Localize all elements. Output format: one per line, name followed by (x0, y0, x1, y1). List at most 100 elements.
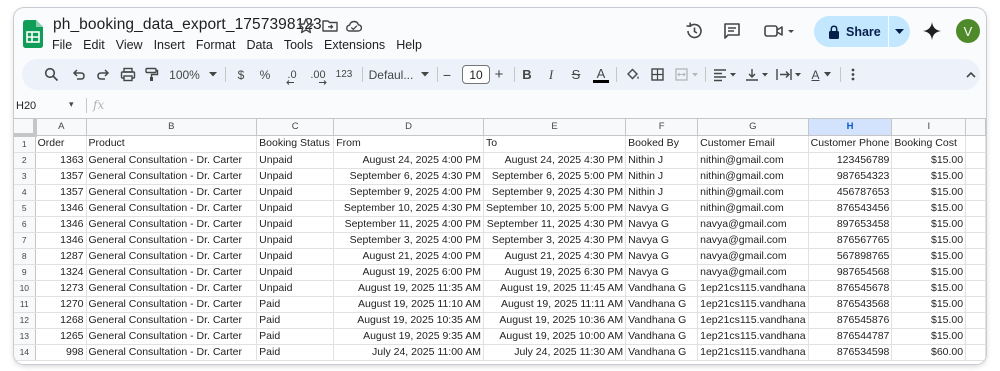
table-cell[interactable]: August 21, 2025 4:30 PM (483, 248, 627, 265)
table-cell[interactable]: 1ep21cs115.vandhana (697, 344, 809, 361)
table-cell[interactable]: 876545678 (808, 280, 893, 297)
table-cell[interactable]: August 19, 2025 6:00 PM (333, 264, 484, 281)
row-header[interactable]: 12 (14, 312, 36, 329)
table-cell[interactable]: nithin@gmail.com (697, 184, 809, 201)
table-cell[interactable]: August 24, 2025 4:00 PM (333, 152, 484, 169)
chevron-up-icon[interactable] (965, 69, 977, 81)
table-cell[interactable]: General Consultation - Dr. Carter (86, 264, 258, 281)
meet-call-icon[interactable] (763, 21, 795, 41)
borders-icon[interactable] (650, 67, 665, 82)
table-cell[interactable]: Paid (256, 328, 335, 345)
table-cell[interactable] (965, 168, 986, 185)
gemini-sparkle-icon[interactable] (922, 21, 942, 41)
table-cell[interactable]: Vandhana G (625, 328, 699, 345)
header-cell[interactable]: From (333, 135, 484, 153)
table-cell[interactable]: 1ep21cs115.vandhana (697, 312, 809, 329)
vertical-align-icon[interactable] (744, 67, 770, 82)
header-cell[interactable]: Customer Phone (808, 135, 893, 153)
header-cell[interactable]: To (483, 135, 627, 153)
table-cell[interactable]: 998 (35, 344, 87, 361)
table-cell[interactable]: General Consultation - Dr. Carter (86, 344, 258, 361)
table-cell[interactable]: 1265 (35, 328, 87, 345)
row-header[interactable]: 4 (14, 184, 36, 201)
table-cell[interactable] (965, 344, 986, 361)
table-cell[interactable] (965, 296, 986, 313)
table-cell[interactable]: August 24, 2025 4:30 PM (483, 152, 627, 169)
row-header[interactable]: 6 (14, 216, 36, 233)
table-cell[interactable]: General Consultation - Dr. Carter (86, 200, 258, 217)
bold-button[interactable]: B (520, 59, 534, 90)
table-cell[interactable]: 876544787 (808, 328, 893, 345)
table-cell[interactable]: 876543456 (808, 200, 893, 217)
table-cell[interactable]: Nithin J (625, 152, 699, 169)
table-cell[interactable]: 567898765 (808, 248, 893, 265)
format-percent-button[interactable]: % (258, 59, 272, 90)
table-cell[interactable]: September 6, 2025 4:30 PM (333, 168, 484, 185)
table-cell[interactable]: Vandhana G (625, 280, 699, 297)
table-cell[interactable]: 987654568 (808, 264, 893, 281)
redo-icon[interactable] (96, 67, 111, 82)
table-cell[interactable]: $15.00 (891, 280, 967, 297)
table-cell[interactable]: 1346 (35, 200, 87, 217)
table-cell[interactable]: $15.00 (891, 248, 967, 265)
font-size-input[interactable]: 10 (462, 65, 490, 84)
zoom-select[interactable]: 100% (166, 59, 220, 90)
table-cell[interactable] (965, 264, 986, 281)
table-cell[interactable]: General Consultation - Dr. Carter (86, 216, 258, 233)
table-cell[interactable]: Navya G (625, 232, 699, 249)
column-header-a[interactable]: A (35, 119, 87, 136)
table-cell[interactable]: nithin@gmail.com (697, 200, 809, 217)
row-header[interactable]: 1 (14, 135, 36, 153)
table-cell[interactable]: August 19, 2025 10:35 AM (333, 312, 484, 329)
table-cell[interactable] (965, 232, 986, 249)
header-cell[interactable]: Booked By (625, 135, 699, 153)
row-header[interactable]: 10 (14, 280, 36, 297)
table-cell[interactable]: nithin@gmail.com (697, 168, 809, 185)
version-history-icon[interactable] (684, 21, 704, 41)
table-cell[interactable]: September 10, 2025 4:30 PM (333, 200, 484, 217)
menu-view[interactable]: View (112, 36, 147, 54)
header-cell[interactable]: Product (86, 135, 258, 153)
table-cell[interactable]: September 9, 2025 4:30 PM (483, 184, 627, 201)
table-cell[interactable]: 876545876 (808, 312, 893, 329)
select-all-corner[interactable] (14, 119, 38, 137)
table-cell[interactable]: Vandhana G (625, 296, 699, 313)
table-cell[interactable] (965, 152, 986, 169)
table-cell[interactable]: Unpaid (256, 184, 335, 201)
menu-help[interactable]: Help (392, 36, 426, 54)
table-cell[interactable]: September 6, 2025 5:00 PM (483, 168, 627, 185)
table-cell[interactable]: navya@gmail.com (697, 248, 809, 265)
table-cell[interactable]: Unpaid (256, 152, 335, 169)
table-cell[interactable]: Unpaid (256, 248, 335, 265)
table-cell[interactable]: Unpaid (256, 232, 335, 249)
table-cell[interactable]: $15.00 (891, 264, 967, 281)
menu-file[interactable]: File (48, 36, 76, 54)
table-cell[interactable]: $15.00 (891, 200, 967, 217)
italic-button[interactable]: I (544, 59, 558, 90)
table-cell[interactable]: Navya G (625, 264, 699, 281)
text-wrapping-icon[interactable] (775, 67, 803, 82)
move-to-folder-icon[interactable] (321, 17, 339, 35)
table-cell[interactable]: July 24, 2025 11:00 AM (333, 344, 484, 361)
table-cell[interactable]: Nithin J (625, 184, 699, 201)
table-cell[interactable]: $15.00 (891, 168, 967, 185)
table-cell[interactable]: nithin@gmail.com (697, 152, 809, 169)
table-cell[interactable]: August 19, 2025 11:35 AM (333, 280, 484, 297)
table-cell[interactable]: Unpaid (256, 280, 335, 297)
sheets-logo-icon[interactable] (23, 20, 43, 48)
table-cell[interactable]: Navya G (625, 200, 699, 217)
table-cell[interactable]: General Consultation - Dr. Carter (86, 280, 258, 297)
table-cell[interactable]: August 19, 2025 10:00 AM (483, 328, 627, 345)
column-header-d[interactable]: D (333, 119, 484, 136)
table-cell[interactable] (965, 328, 986, 345)
table-cell[interactable]: General Consultation - Dr. Carter (86, 168, 258, 185)
table-cell[interactable]: August 19, 2025 10:36 AM (483, 312, 627, 329)
table-cell[interactable]: $15.00 (891, 232, 967, 249)
table-cell[interactable]: Unpaid (256, 168, 335, 185)
menu-tools[interactable]: Tools (280, 36, 317, 54)
row-header[interactable]: 13 (14, 328, 36, 345)
document-title[interactable]: ph_booking_data_export_1757398123 (53, 16, 322, 34)
row-header[interactable]: 3 (14, 168, 36, 185)
column-header-j[interactable] (965, 119, 986, 136)
horizontal-align-icon[interactable] (712, 67, 738, 82)
